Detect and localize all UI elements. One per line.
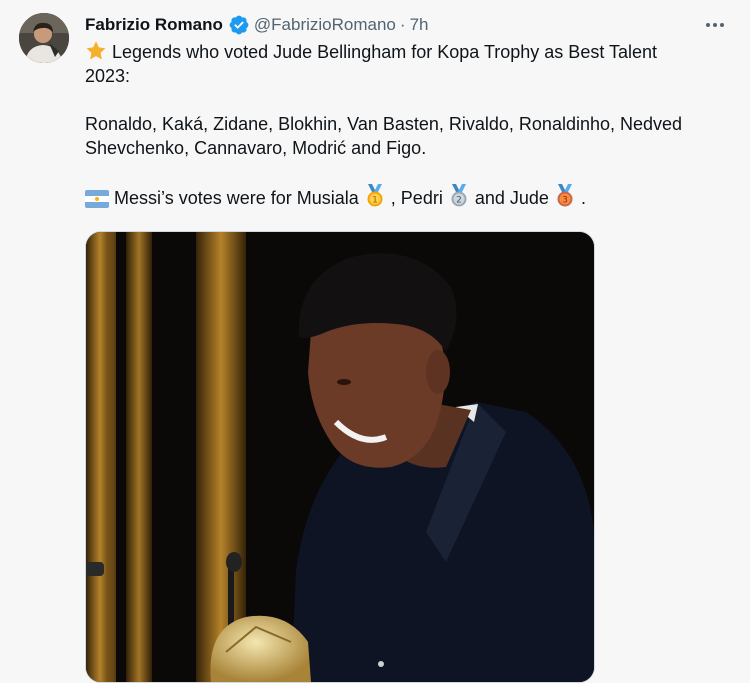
text-line-3: Ronaldo, Kaká, Zidane, Blokhin, Van Bast… — [85, 114, 683, 134]
text-line-1-content: Legends who voted Jude Bellingham for Ko… — [112, 42, 658, 62]
verified-badge-icon[interactable] — [228, 14, 250, 36]
messi-text-2: , Pedri — [390, 188, 443, 208]
separator-dot: · — [399, 15, 406, 34]
post-text: Legends who voted Jude Bellingham for Ko… — [85, 40, 725, 210]
svg-text:1: 1 — [372, 196, 378, 206]
avatar[interactable] — [19, 13, 69, 63]
photo-player-with-trophy — [86, 232, 594, 682]
messi-text-1: Messi’s votes were for Musiala — [114, 188, 359, 208]
messi-text-3: and Jude — [474, 188, 549, 208]
third-place-medal-icon: 3 — [557, 184, 573, 207]
svg-text:2: 2 — [456, 196, 462, 206]
star-emoji-icon — [86, 41, 106, 60]
post-photo[interactable] — [85, 231, 595, 683]
text-line-1: Legends who voted Jude Bellingham for Ko… — [85, 40, 725, 64]
first-place-medal-icon: 1 — [367, 184, 383, 207]
second-place-medal-icon: 2 — [451, 184, 467, 207]
avatar-image — [19, 13, 69, 63]
text-line-2: 2023: — [85, 66, 131, 86]
text-line-4: Shevchenko, Cannavaro, Modrić and Figo. — [85, 138, 427, 158]
svg-text:3: 3 — [562, 196, 568, 206]
messi-text-4: . — [580, 188, 586, 208]
text-line-5: Messi’s votes were for Musiala 1 , Pedri… — [85, 184, 725, 210]
tweet[interactable]: Fabrizio Romano @FabrizioRomano · 7h Leg… — [0, 0, 750, 683]
author-handle[interactable]: @FabrizioRomano — [254, 15, 396, 35]
argentina-flag-icon — [85, 190, 109, 208]
post-header: Fabrizio Romano @FabrizioRomano · 7h — [85, 13, 428, 37]
more-options-icon[interactable] — [702, 14, 728, 36]
author-name[interactable]: Fabrizio Romano — [85, 15, 223, 35]
post-timestamp[interactable]: 7h — [410, 15, 429, 35]
